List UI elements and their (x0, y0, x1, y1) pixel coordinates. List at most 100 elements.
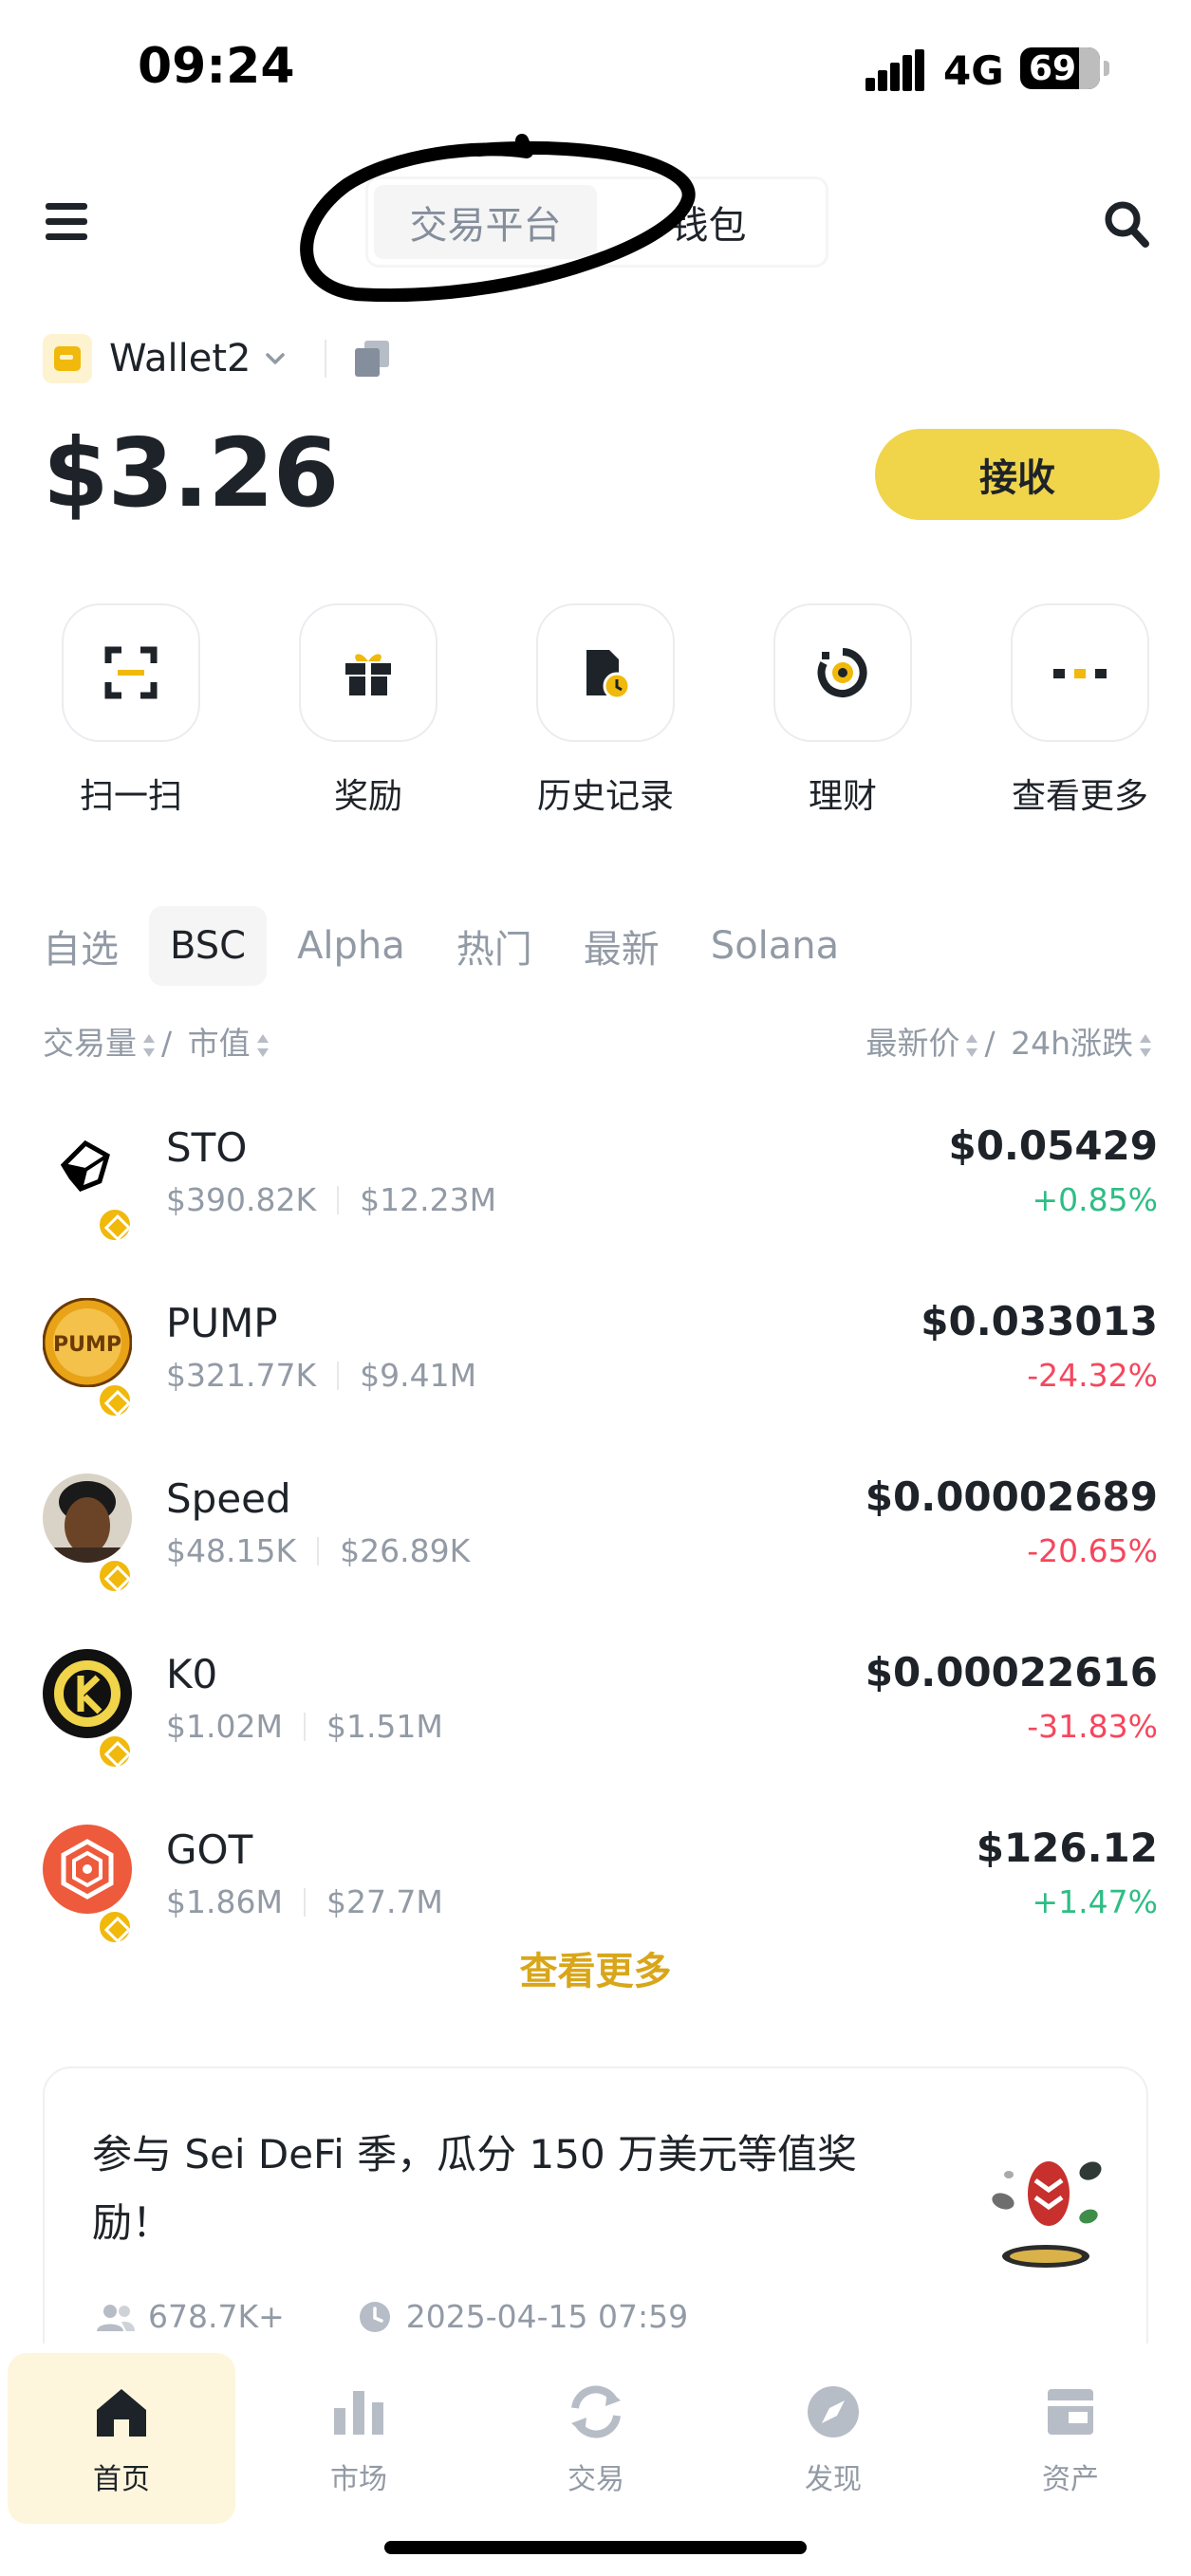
bsc-chain-icon (96, 1733, 134, 1770)
quick-action-label: 查看更多 (1011, 777, 1148, 816)
sort-mcap[interactable]: 市值 (188, 1025, 251, 1062)
divider (325, 340, 327, 378)
nav-discover[interactable]: 发现 (719, 2353, 947, 2524)
sort-icon[interactable] (142, 1032, 156, 1059)
token-row[interactable]: Speed $48.15K $26.89K $0.00002689 -20.65% (43, 1447, 1158, 1595)
nav-assets[interactable]: 资产 (957, 2353, 1184, 2524)
chevron-down-icon (266, 353, 286, 364)
more-icon (1053, 669, 1107, 678)
quick-action-label: 理财 (808, 777, 877, 816)
copy-icon[interactable] (355, 341, 390, 377)
quick-action-more[interactable]: 查看更多 (1009, 603, 1151, 818)
token-row[interactable]: PUMP PUMP $321.77K $9.41M $0.033013 -24.3… (42, 1271, 1158, 1419)
token-volume: $1.02M (166, 1708, 283, 1745)
tab-wallet[interactable]: 钱包 (597, 185, 820, 259)
bsc-chain-icon (96, 1381, 134, 1419)
users-icon (97, 2304, 135, 2331)
token-logo-speed (43, 1473, 134, 1595)
sort-icon[interactable] (965, 1032, 978, 1059)
token-row[interactable]: K0 $1.02M $1.51M $0.00022616 -31.83% (43, 1622, 1158, 1770)
token-logo-k0 (43, 1649, 134, 1770)
menu-icon[interactable] (46, 203, 87, 241)
token-mcap: $12.23M (360, 1181, 497, 1218)
token-change: +1.47% (1032, 1883, 1158, 1920)
token-row[interactable]: GOT $1.86M $27.7M $126.12 +1.47% (43, 1798, 1158, 1946)
signal-icon (865, 49, 924, 91)
nav-label: 首页 (93, 2463, 150, 2496)
tab-exchange[interactable]: 交易平台 (374, 185, 597, 259)
quick-action-earn[interactable]: 理财 (772, 603, 914, 818)
search-icon[interactable] (1103, 199, 1150, 249)
status-time: 09:24 (138, 38, 295, 95)
battery-level: 69 (1028, 48, 1077, 88)
token-symbol: STO (166, 1124, 248, 1171)
nav-label: 发现 (805, 2463, 862, 2496)
promo-participants: 678.7K+ (148, 2298, 285, 2335)
token-change: -31.83% (1027, 1708, 1158, 1745)
tab-favorites[interactable]: 自选 (22, 906, 140, 986)
tab-bsc[interactable]: BSC (149, 906, 268, 986)
token-change: -24.32% (1027, 1357, 1158, 1394)
scan-icon (104, 646, 158, 699)
token-logo-pump: PUMP (42, 1297, 134, 1419)
token-price: $0.033013 (921, 1298, 1158, 1344)
token-volume: $1.86M (166, 1883, 283, 1920)
assets-icon (1048, 2389, 1093, 2435)
sort-volume[interactable]: 交易量 (43, 1025, 137, 1062)
wallet-balance: $3.26 (43, 417, 339, 528)
promo-title: 参与 Sei DeFi 季，瓜分 150 万美元等值奖励！ (92, 2131, 858, 2246)
history-icon (586, 650, 631, 699)
token-row[interactable]: STO $390.82K $12.23M $0.05429 +0.85% (43, 1096, 1158, 1244)
sort-icon[interactable] (256, 1032, 270, 1059)
battery-icon: 69 (1020, 47, 1100, 89)
promo-datetime: 2025-04-15 07:59 (405, 2298, 689, 2335)
battery-tip (1104, 61, 1109, 76)
network-type: 4G (943, 47, 1004, 94)
see-more-link[interactable]: 查看更多 (0, 1940, 1191, 1995)
market-tabs: 自选 BSC Alpha 热门 最新 Solana (43, 906, 869, 986)
nav-label: 资产 (1042, 2463, 1099, 2496)
token-logo-got (43, 1825, 134, 1946)
token-price: $0.05429 (948, 1122, 1158, 1169)
bsc-chain-icon (96, 1206, 134, 1244)
quick-action-history[interactable]: 历史记录 (534, 603, 677, 818)
nav-home[interactable]: 首页 (8, 2353, 235, 2524)
promo-illustration (992, 2161, 1102, 2268)
wallet-selector[interactable]: Wallet2 (43, 332, 390, 385)
receive-button[interactable]: 接收 (875, 429, 1160, 520)
token-logo-sto (43, 1122, 134, 1244)
quick-action-rewards[interactable]: 奖励 (297, 603, 439, 818)
promo-card[interactable]: 参与 Sei DeFi 季，瓜分 150 万美元等值奖励！ 678.7K+ 20… (43, 2066, 1148, 2380)
quick-action-scan[interactable]: 扫一扫 (60, 603, 202, 818)
token-mcap: $9.41M (360, 1357, 477, 1394)
sort-price[interactable]: 最新价 (865, 1025, 959, 1062)
status-bar: 09:24 4G 69 (0, 0, 1191, 142)
sort-icon[interactable] (1139, 1032, 1152, 1059)
nav-market[interactable]: 市场 (245, 2353, 473, 2524)
home-indicator (384, 2541, 807, 2554)
quick-action-label: 奖励 (333, 777, 402, 816)
wallet-name: Wallet2 (109, 337, 251, 380)
column-headers: 交易量 / 市值 最新价/ 24h涨跌 (43, 1018, 1158, 1062)
token-change: +0.85% (1032, 1181, 1158, 1218)
trade-icon (571, 2385, 621, 2438)
top-tab-switcher: 交易平台 钱包 (365, 176, 828, 268)
token-volume: $321.77K (166, 1357, 317, 1394)
tab-hot[interactable]: 热门 (436, 906, 553, 986)
token-symbol: Speed (166, 1475, 291, 1522)
svg-text:PUMP: PUMP (53, 1333, 121, 1357)
token-mcap: $1.51M (326, 1708, 443, 1745)
tab-alpha[interactable]: Alpha (276, 906, 426, 986)
home-icon (97, 2389, 146, 2437)
earn-icon (817, 648, 867, 697)
token-price: $0.00022616 (865, 1649, 1158, 1696)
token-symbol: K0 (166, 1651, 218, 1697)
nav-trade[interactable]: 交易 (482, 2353, 710, 2524)
sort-change[interactable]: 24h涨跌 (1011, 1025, 1133, 1062)
bsc-chain-icon (96, 1557, 134, 1595)
tab-solana[interactable]: Solana (690, 906, 860, 986)
nav-label: 市场 (330, 2463, 387, 2496)
wallet-icon (43, 334, 92, 383)
tab-newest[interactable]: 最新 (563, 906, 680, 986)
nav-label: 交易 (568, 2463, 624, 2496)
